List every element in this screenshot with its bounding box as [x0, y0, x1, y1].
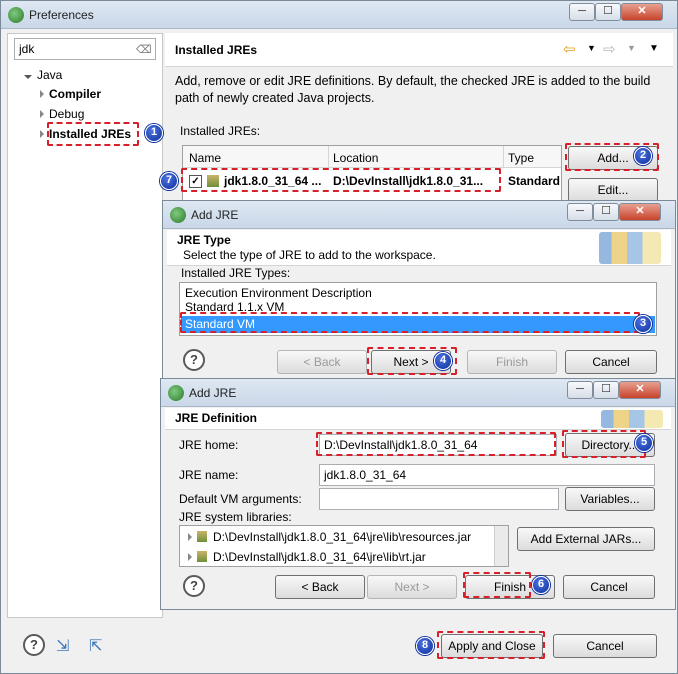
- column-header-name[interactable]: Name: [189, 151, 221, 165]
- highlight-finish-button: [463, 572, 531, 598]
- page-description: Add, remove or edit JRE definitions. By …: [175, 74, 651, 105]
- column-header-location[interactable]: Location: [333, 151, 378, 165]
- back-button[interactable]: < Back: [277, 350, 367, 374]
- window-title: Preferences: [29, 8, 94, 22]
- eclipse-icon: [170, 207, 186, 223]
- library-books-icon: [601, 410, 663, 428]
- jre-name-label: JRE name:: [179, 468, 239, 482]
- library-books-icon: [599, 232, 661, 264]
- installed-jres-label: Installed JREs:: [180, 124, 261, 138]
- wizard-heading: JRE Type: [177, 233, 231, 247]
- highlight-apply-close: [437, 631, 545, 659]
- step-badge-1: 1: [145, 124, 163, 142]
- step-badge-2: 2: [634, 147, 652, 165]
- system-libraries-list[interactable]: D:\DevInstall\jdk1.8.0_31_64\jre\lib\res…: [179, 525, 509, 567]
- view-menu-icon[interactable]: ▼: [649, 43, 659, 54]
- close-button[interactable]: ✕: [619, 381, 661, 399]
- maximize-button[interactable]: ☐: [595, 3, 621, 21]
- tree-pane: jdk ⌫ Java Compiler Debug Installed JREs: [7, 33, 163, 618]
- preferences-titlebar: Preferences ─ ☐ ✕: [1, 1, 677, 29]
- list-item[interactable]: D:\DevInstall\jdk1.8.0_31_64\jre\lib\rt.…: [188, 550, 426, 564]
- highlight-directory-button: [562, 430, 646, 458]
- finish-button[interactable]: Finish: [467, 350, 557, 374]
- vertical-scrollbar[interactable]: [494, 526, 508, 566]
- list-item[interactable]: D:\DevInstall\jdk1.8.0_31_64\jre\lib\res…: [188, 530, 471, 544]
- eclipse-icon: [168, 385, 184, 401]
- page-header: Installed JREs ⇦ ▼ ⇨ ▼ ▼: [165, 33, 673, 67]
- row-type: Standard: [508, 174, 560, 188]
- eclipse-icon: [8, 7, 24, 23]
- jre-home-label: JRE home:: [179, 438, 239, 452]
- help-icon[interactable]: ?: [183, 575, 205, 597]
- vm-arguments-label: Default VM arguments:: [179, 492, 302, 506]
- wizard-heading: JRE Definition: [175, 411, 258, 425]
- expand-icon: [24, 75, 32, 79]
- collapse-icon: [40, 130, 44, 138]
- filter-input[interactable]: jdk: [14, 38, 156, 60]
- tree-item-compiler[interactable]: Compiler: [40, 87, 101, 101]
- edit-button[interactable]: Edit...: [568, 178, 658, 202]
- jre-name-input[interactable]: jdk1.8.0_31_64: [319, 464, 655, 486]
- help-icon[interactable]: ?: [23, 634, 45, 656]
- add-jre-definition-dialog: Add JRE ─ ☐ ✕ JRE Definition JRE home: D…: [160, 378, 676, 610]
- back-button[interactable]: < Back: [275, 575, 365, 599]
- close-button[interactable]: ✕: [621, 3, 663, 21]
- step-badge-6: 6: [532, 576, 550, 594]
- tree-item-java[interactable]: Java: [24, 68, 62, 82]
- expand-icon: [188, 553, 192, 561]
- collapse-icon: [40, 110, 44, 118]
- step-badge-5: 5: [635, 434, 653, 452]
- wizard-banner: JRE Type Select the type of JRE to add t…: [167, 230, 671, 266]
- jar-icon: [197, 551, 207, 562]
- back-nav-icon[interactable]: ⇦: [563, 40, 576, 58]
- export-icon[interactable]: ⇱: [89, 636, 102, 656]
- dialog-titlebar: Add JRE ─ ☐ ✕: [161, 379, 675, 407]
- maximize-button[interactable]: ☐: [593, 381, 619, 399]
- cancel-button[interactable]: Cancel: [565, 350, 657, 374]
- expand-icon: [188, 533, 192, 541]
- tree-item-debug[interactable]: Debug: [40, 107, 84, 121]
- help-icon[interactable]: ?: [183, 349, 205, 371]
- minimize-button[interactable]: ─: [567, 381, 593, 399]
- column-header-type[interactable]: Type: [508, 151, 534, 165]
- close-button[interactable]: ✕: [619, 203, 661, 221]
- wizard-subtitle: Select the type of JRE to add to the wor…: [183, 248, 436, 262]
- system-libraries-label: JRE system libraries:: [179, 510, 292, 524]
- highlight-jre-home: [316, 432, 556, 456]
- variables-button[interactable]: Variables...: [565, 487, 655, 511]
- dialog-titlebar: Add JRE ─ ☐ ✕: [163, 201, 675, 229]
- dialog-title: Add JRE: [191, 208, 239, 222]
- dialog-title: Add JRE: [189, 386, 237, 400]
- installed-jre-types-label: Installed JRE Types:: [181, 266, 291, 280]
- minimize-button[interactable]: ─: [569, 3, 595, 21]
- vm-arguments-input[interactable]: [319, 488, 559, 510]
- maximize-button[interactable]: ☐: [593, 203, 619, 221]
- highlight-standard-vm: [180, 312, 640, 333]
- clear-filter-icon[interactable]: ⌫: [136, 43, 152, 56]
- next-button[interactable]: Next >: [367, 575, 457, 599]
- add-external-jars-button[interactable]: Add External JARs...: [517, 527, 655, 551]
- collapse-icon: [40, 90, 44, 98]
- import-icon[interactable]: ⇲: [56, 636, 69, 656]
- step-badge-4: 4: [434, 352, 452, 370]
- cancel-button[interactable]: Cancel: [553, 634, 657, 658]
- highlight-installed-jres: [47, 122, 139, 146]
- list-item[interactable]: Execution Environment Description: [185, 286, 372, 300]
- minimize-button[interactable]: ─: [567, 203, 593, 221]
- history-dropdown-icon[interactable]: ▼: [587, 43, 596, 53]
- history-dropdown-icon[interactable]: ▼: [627, 43, 636, 53]
- jar-icon: [197, 531, 207, 542]
- page-title: Installed JREs: [175, 43, 258, 57]
- highlight-jre-row: [181, 168, 501, 192]
- wizard-banner: JRE Definition: [165, 408, 671, 430]
- step-badge-8: 8: [416, 637, 434, 655]
- cancel-button[interactable]: Cancel: [563, 575, 655, 599]
- step-badge-3: 3: [634, 315, 652, 333]
- forward-nav-icon[interactable]: ⇨: [603, 40, 616, 58]
- table-header: Name Location Type: [183, 146, 561, 168]
- step-badge-7: 7: [160, 172, 178, 190]
